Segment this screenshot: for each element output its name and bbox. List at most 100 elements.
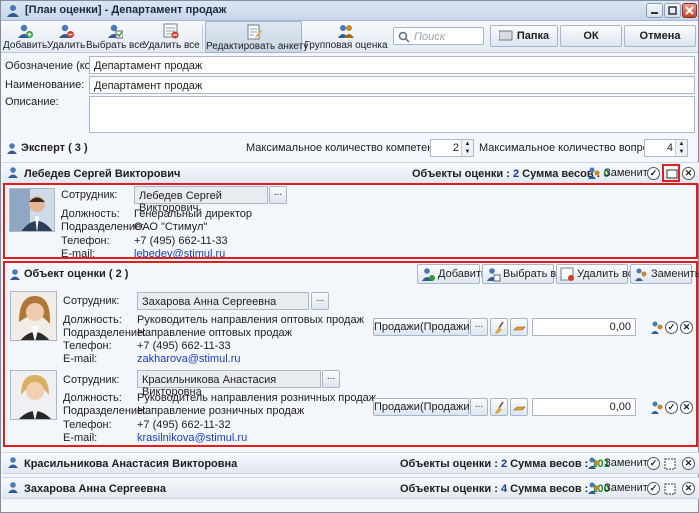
- expert-name: Лебедев Сергей Викторович: [24, 168, 181, 180]
- clear-broom-button[interactable]: [490, 398, 508, 416]
- clear-broom-button[interactable]: [490, 318, 508, 336]
- weights-label: Сумма весов :: [510, 458, 589, 470]
- expert-row-lebedev[interactable]: Лебедев Сергей Викторович Объекты оценки…: [2, 162, 699, 184]
- expand-panel-icon[interactable]: [663, 457, 677, 471]
- delete-icon[interactable]: ✕: [682, 167, 695, 180]
- confirm-icon[interactable]: ✓: [665, 401, 678, 414]
- objects-add-label: Добавить: [438, 268, 487, 280]
- collapse-panel-button[interactable]: [662, 164, 680, 182]
- group-eval-button[interactable]: Групповая оценка: [304, 21, 388, 53]
- delete-icon[interactable]: ✕: [682, 482, 695, 495]
- object-employee-browse-button[interactable]: ...: [311, 292, 329, 310]
- description-label: Описание:: [5, 96, 59, 108]
- name-field[interactable]: Департамент продаж: [89, 76, 695, 94]
- competency-browse-button[interactable]: ...: [470, 398, 488, 416]
- remove-label: Удалить: [47, 40, 86, 51]
- replace-icon: [635, 268, 647, 281]
- expert-employee-field[interactable]: Лебедев Сергей Викторович: [134, 186, 268, 214]
- object-email-link[interactable]: zakharova@stimul.ru: [137, 353, 240, 365]
- broom-icon: [495, 401, 504, 414]
- remove-person-icon: [59, 24, 74, 38]
- employee-label: Сотрудник:: [63, 374, 120, 386]
- confirm-icon[interactable]: ✓: [665, 321, 678, 334]
- competency-browse-button[interactable]: ...: [470, 318, 488, 336]
- search-placeholder: Поиск: [414, 31, 445, 43]
- folder-button[interactable]: Папка: [490, 25, 558, 47]
- competency-dropdown[interactable]: Продажи(Продажи): [373, 318, 473, 336]
- replace-button[interactable]: Заменить: [587, 166, 654, 179]
- replace-button[interactable]: Заменить: [587, 481, 654, 494]
- objects-select-all-button[interactable]: Выбрать все: [482, 264, 568, 284]
- remove-all-label: Удалить все: [143, 40, 200, 51]
- position-label: Должность:: [63, 392, 122, 404]
- delete-icon[interactable]: ✕: [680, 401, 693, 414]
- person-icon: [8, 482, 18, 493]
- phone-label: Телефон:: [63, 419, 112, 431]
- description-field[interactable]: [89, 96, 695, 133]
- objects-remove-all-button[interactable]: Удалить все: [556, 264, 639, 284]
- object-department: Направление оптовых продаж: [137, 327, 293, 339]
- select-all-icon: [107, 24, 123, 39]
- phone-label: Телефон:: [63, 340, 112, 352]
- confirm-icon[interactable]: ✓: [647, 457, 660, 470]
- objects-label: Объекты оценки :: [412, 168, 510, 180]
- objects-replace-button[interactable]: Заменить: [630, 264, 699, 284]
- position-label: Должность:: [63, 314, 122, 326]
- replace-icon: [588, 482, 600, 494]
- object-position: Руководитель направления оптовых продаж: [137, 314, 364, 326]
- panel-icon: [666, 169, 678, 179]
- close-button[interactable]: [682, 3, 697, 18]
- object-employee-browse-button[interactable]: ...: [322, 370, 340, 388]
- max-competencies-stepper[interactable]: 2 ▲ ▼: [430, 139, 474, 157]
- employee-label: Сотрудник:: [63, 295, 120, 307]
- edit-button[interactable]: [510, 318, 528, 336]
- department-label: Подразделение:: [61, 221, 145, 233]
- select-all-button[interactable]: Выбрать все: [86, 21, 145, 53]
- delete-icon[interactable]: ✕: [682, 457, 695, 470]
- weight-field[interactable]: 0,00: [532, 318, 636, 336]
- name-label: Наименование:: [5, 79, 85, 91]
- expert-department: ОАО "Стимул": [134, 221, 208, 233]
- select-all-icon: [487, 268, 501, 282]
- search-icon: [398, 31, 410, 43]
- expert-employee-browse-button[interactable]: ...: [269, 186, 287, 204]
- expert-row-krasilnikova[interactable]: Красильникова Анастасия Викторовна Объек…: [2, 452, 699, 474]
- expand-panel-icon[interactable]: [663, 482, 677, 496]
- object-department: Направление розничных продаж: [137, 405, 305, 417]
- max-questions-stepper[interactable]: 4 ▲ ▼: [644, 139, 688, 157]
- object-employee-field[interactable]: Захарова Анна Сергеевна: [137, 292, 309, 310]
- window-title: [План оценки] - Департамент продаж: [25, 4, 227, 16]
- objects-add-button[interactable]: Добавить: [417, 264, 487, 284]
- object-employee-field[interactable]: Красильникова Анастасия Викторовна: [137, 370, 321, 398]
- delete-icon[interactable]: ✕: [680, 321, 693, 334]
- add-label: Добавить: [3, 40, 48, 51]
- ok-button[interactable]: ОК: [560, 25, 622, 47]
- maximize-button[interactable]: [664, 3, 681, 18]
- replace-icon[interactable]: [650, 400, 664, 414]
- weight-field[interactable]: 0,00: [532, 398, 636, 416]
- cancel-button[interactable]: Отмена: [624, 25, 696, 47]
- replace-icon[interactable]: [650, 320, 664, 334]
- minimize-button[interactable]: [646, 3, 663, 18]
- expert-email-link[interactable]: lebedev@stimul.ru: [134, 248, 225, 260]
- search-input[interactable]: Поиск: [393, 27, 484, 45]
- app-icon: [7, 5, 19, 17]
- confirm-icon[interactable]: ✓: [647, 167, 660, 180]
- add-person-icon: [422, 268, 435, 281]
- stepper-arrows[interactable]: ▲ ▼: [675, 140, 687, 156]
- code-field[interactable]: Департамент продаж: [89, 56, 695, 74]
- competency-dropdown[interactable]: Продажи(Продажи): [373, 398, 473, 416]
- remove-button[interactable]: Удалить: [47, 21, 85, 53]
- edit-survey-button[interactable]: Редактировать анкету: [205, 21, 308, 53]
- remove-all-button[interactable]: Удалить все: [143, 21, 200, 53]
- edit-button[interactable]: [510, 398, 528, 416]
- replace-button[interactable]: Заменить: [587, 456, 654, 469]
- person-icon: [8, 167, 18, 178]
- stepper-arrows[interactable]: ▲ ▼: [461, 140, 473, 156]
- add-button[interactable]: Добавить: [3, 21, 47, 53]
- confirm-icon[interactable]: ✓: [647, 482, 660, 495]
- window: [План оценки] - Департамент продаж Добав…: [0, 0, 699, 513]
- expert-row-zakharova[interactable]: Захарова Анна Сергеевна Объекты оценки :…: [2, 477, 699, 499]
- max-competencies-value: 2: [452, 142, 459, 154]
- object-email-link[interactable]: krasilnikova@stimul.ru: [137, 432, 247, 444]
